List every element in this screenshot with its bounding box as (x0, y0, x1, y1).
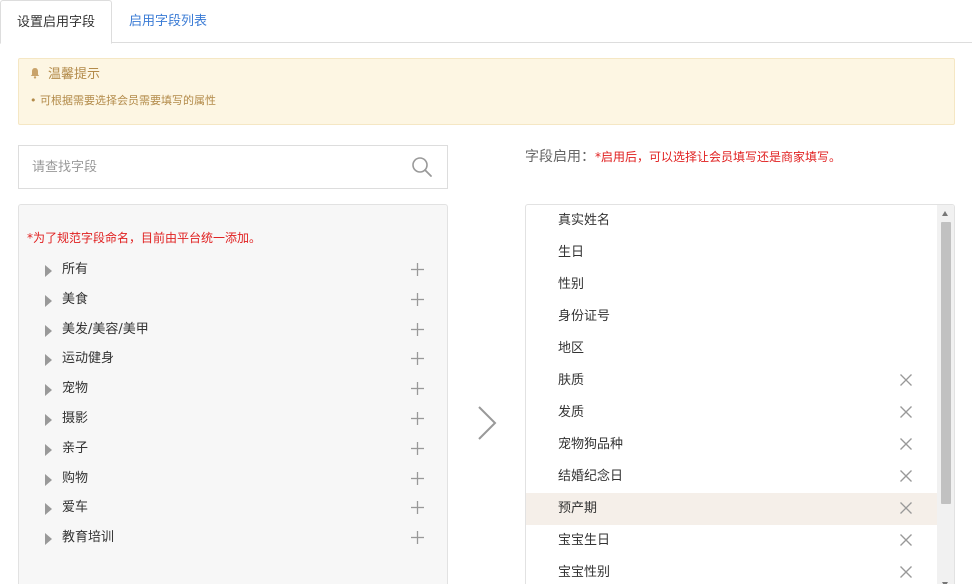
category-label: 宠物 (62, 381, 89, 397)
field-row[interactable]: 地区 (526, 333, 937, 365)
field-label: 真实姓名 (558, 213, 611, 228)
notice-header: 温馨提示 (29, 65, 100, 85)
remove-x-icon[interactable] (900, 470, 912, 482)
remove-x-icon[interactable] (900, 534, 912, 546)
field-row[interactable]: 生日 (526, 237, 937, 269)
add-plus-icon[interactable] (411, 292, 424, 306)
field-label: 性别 (558, 277, 585, 292)
add-plus-icon[interactable] (411, 322, 424, 336)
remove-x-icon[interactable] (900, 374, 912, 386)
category-label: 教育培训 (62, 530, 115, 546)
category-item-fitness[interactable]: 运动健身 (19, 344, 447, 374)
tip-notice: 温馨提示 • 可根据需要选择会员需要填写的属性 (18, 58, 955, 125)
category-item-car[interactable]: 爱车 (19, 493, 447, 523)
field-row[interactable]: 结婚纪念日 (526, 461, 937, 493)
category-item-shopping[interactable]: 购物 (19, 464, 447, 494)
field-row[interactable]: 发质 (526, 397, 937, 429)
bell-icon (30, 68, 40, 79)
search-icon[interactable] (411, 156, 433, 178)
notice-title: 温馨提示 (48, 67, 101, 82)
enabled-field-list: 真实姓名 生日 性别 身份证号 地区 肤质 发质 宠物狗品种 结婚纪念日 预产期… (526, 205, 937, 584)
enabled-fields-title: 字段启用： (525, 149, 595, 165)
remove-x-icon[interactable] (900, 502, 912, 514)
category-label: 所有 (62, 262, 89, 277)
field-row[interactable]: 真实姓名 (526, 205, 937, 237)
category-panel: *为了规范字段命名，目前由平台统一添加。 所有 美食 美发/美容/美甲 运动健身… (18, 204, 448, 584)
expand-triangle-icon[interactable] (45, 294, 52, 307)
field-search-box (18, 145, 448, 189)
expand-triangle-icon[interactable] (45, 533, 52, 546)
tab-set-enabled-fields[interactable]: 设置启用字段 (0, 0, 112, 44)
category-item-education[interactable]: 教育培训 (19, 523, 447, 553)
field-row[interactable]: 性别 (526, 269, 937, 301)
field-label: 身份证号 (558, 309, 611, 324)
category-list: 所有 美食 美发/美容/美甲 运动健身 宠物 摄影 亲子 购物 爱车 教育培训 (19, 255, 447, 553)
expand-triangle-icon[interactable] (45, 443, 52, 456)
chevron-right-icon[interactable] (476, 404, 498, 442)
enabled-fields-note: *启用后，可以选择让会员填写还是商家填写。 (595, 150, 842, 164)
field-row[interactable]: 身份证号 (526, 301, 937, 333)
expand-triangle-icon[interactable] (45, 354, 52, 367)
search-input[interactable] (19, 146, 399, 188)
scrollbar-thumb[interactable] (941, 222, 951, 504)
field-row[interactable]: 宝宝性别 (526, 557, 937, 584)
remove-x-icon[interactable] (900, 438, 912, 450)
category-item-photography[interactable]: 摄影 (19, 404, 447, 434)
field-row[interactable]: 宝宝生日 (526, 525, 937, 557)
field-label: 生日 (558, 245, 585, 260)
remove-x-icon[interactable] (900, 406, 912, 418)
category-label: 美发/美容/美甲 (62, 321, 149, 337)
field-label: 地区 (558, 341, 585, 356)
tab-bar: 设置启用字段 启用字段列表 (0, 0, 972, 44)
add-plus-icon[interactable] (411, 441, 424, 455)
field-row-highlighted[interactable]: 预产期 (526, 493, 937, 525)
add-plus-icon[interactable] (411, 263, 424, 276)
category-label: 爱车 (62, 500, 89, 516)
field-row[interactable]: 肤质 (526, 365, 937, 397)
category-item-parenting[interactable]: 亲子 (19, 434, 447, 464)
add-plus-icon[interactable] (411, 411, 424, 425)
field-label: 宝宝生日 (558, 533, 611, 548)
field-label: 预产期 (558, 501, 598, 516)
field-label: 宝宝性别 (558, 565, 611, 580)
scroll-up-arrow-icon[interactable] (942, 211, 948, 216)
category-item-all[interactable]: 所有 (19, 255, 447, 285)
field-label: 肤质 (558, 373, 585, 388)
expand-triangle-icon[interactable] (45, 503, 52, 516)
field-label: 宠物狗品种 (558, 437, 624, 452)
tab-enabled-field-list[interactable]: 启用字段列表 (113, 0, 223, 44)
expand-triangle-icon[interactable] (45, 473, 52, 486)
category-label: 运动健身 (62, 351, 115, 367)
expand-triangle-icon[interactable] (45, 265, 52, 277)
category-label: 摄影 (62, 410, 89, 426)
category-item-pets[interactable]: 宠物 (19, 374, 447, 404)
field-row[interactable]: 宠物狗品种 (526, 429, 937, 461)
add-plus-icon[interactable] (411, 471, 424, 485)
remove-x-icon[interactable] (900, 566, 912, 578)
category-label: 购物 (62, 470, 89, 486)
scrollbar[interactable] (937, 205, 954, 584)
category-item-food[interactable]: 美食 (19, 285, 447, 315)
enabled-fields-heading: 字段启用：*启用后，可以选择让会员填写还是商家填写。 (525, 146, 841, 168)
category-item-beauty[interactable]: 美发/美容/美甲 (19, 315, 447, 345)
category-label: 美食 (62, 291, 89, 307)
expand-triangle-icon[interactable] (45, 324, 52, 337)
expand-triangle-icon[interactable] (45, 384, 52, 397)
category-note: *为了规范字段命名，目前由平台统一添加。 (27, 231, 262, 245)
notice-item: • 可根据需要选择会员需要填写的属性 (30, 94, 216, 107)
field-label: 结婚纪念日 (558, 469, 624, 484)
add-plus-icon[interactable] (411, 382, 424, 396)
add-plus-icon[interactable] (411, 531, 424, 545)
add-plus-icon[interactable] (411, 501, 424, 515)
category-label: 亲子 (62, 440, 89, 456)
field-label: 发质 (558, 405, 585, 420)
add-plus-icon[interactable] (411, 352, 424, 366)
expand-triangle-icon[interactable] (45, 413, 52, 426)
enabled-fields-panel: 真实姓名 生日 性别 身份证号 地区 肤质 发质 宠物狗品种 结婚纪念日 预产期… (525, 204, 955, 584)
